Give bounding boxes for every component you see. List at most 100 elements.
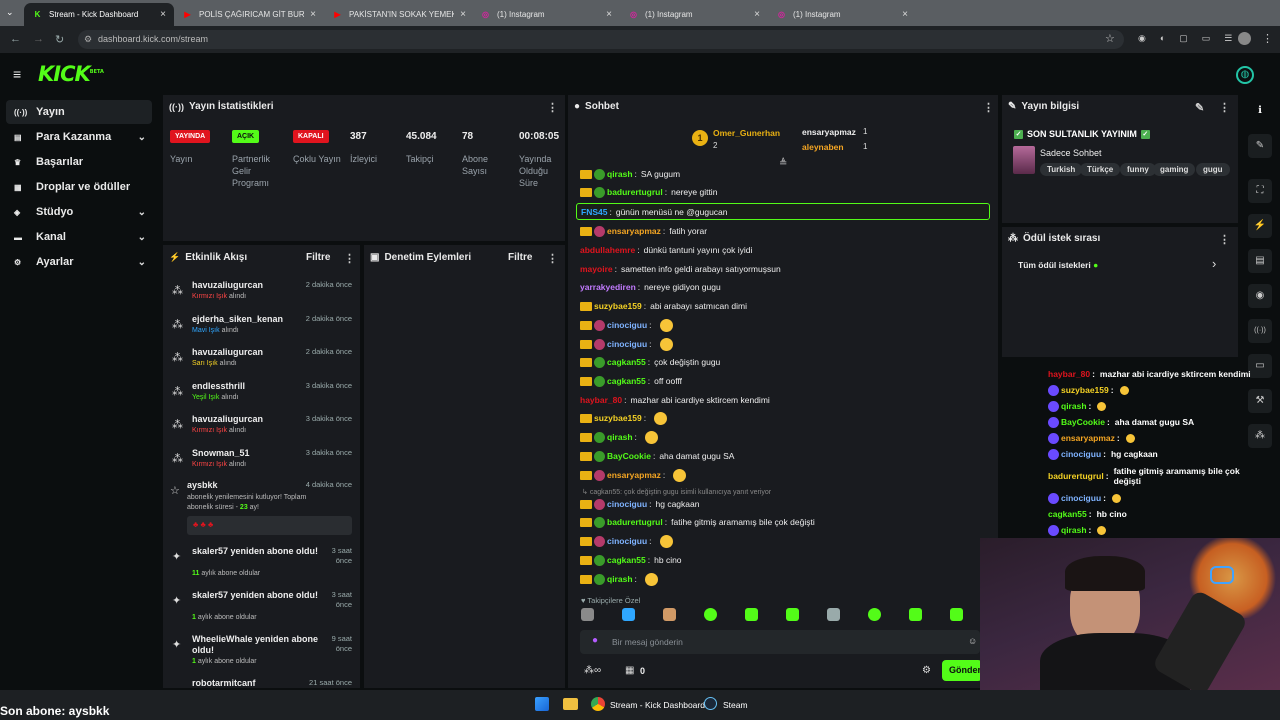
stream-tag[interactable]: Turkish [1040,163,1083,176]
browser-tab[interactable]: ▶ POLİS ÇAĞIRICAM GİT BURDAN × [174,3,324,26]
chat-username[interactable]: cinociguu [607,339,647,349]
chevron-down-icon[interactable]: ⌄ [138,132,146,143]
sidebar-item-studio[interactable]: ◈ Stüdyo ⌄ [6,200,152,224]
activity-filter-button[interactable]: Filtre [306,252,330,263]
browser-tab[interactable]: K Stream - Kick Dashboard × [24,3,174,26]
taskbar-steam[interactable]: Steam [723,700,748,710]
chat-username[interactable]: badurertugrul [607,517,663,527]
sidebar-item-gear[interactable]: ⚙ Ayarlar ⌄ [6,250,152,274]
back-icon[interactable]: ← [10,33,21,45]
browser-tab[interactable]: ◎ (1) Instagram × [768,3,916,26]
tab-close-icon[interactable]: × [160,9,166,20]
top-gifter-name[interactable]: aleynaben [802,142,844,152]
edit-info-icon[interactable]: ✎ [1195,101,1204,114]
tab-search-icon[interactable]: ⌄ [6,7,20,19]
sticker-infinite-icon[interactable]: ⁂∞ [584,665,601,676]
rail-edit-icon[interactable]: ✎ [1248,134,1272,158]
steam-icon[interactable] [704,697,717,710]
chevron-right-icon[interactable]: › [1212,256,1216,271]
browser-tab[interactable]: ◎ (1) Instagram × [620,3,768,26]
top-gifter-name[interactable]: Omer_Gunerhan [713,128,780,138]
reload-icon[interactable]: ↻ [55,33,64,46]
chat-username[interactable]: haybar_80 [580,395,622,405]
rail-lightning-icon[interactable]: ⚡ [1248,214,1272,238]
pinned-collapse-icon[interactable]: ≜ [779,158,787,169]
hamburger-menu-icon[interactable]: ≡ [13,66,21,82]
url-field[interactable]: dashboard.kick.com/stream [78,30,1124,49]
activity-menu-icon[interactable]: ⋮ [344,252,355,265]
tab-close-icon[interactable]: × [310,9,316,20]
activity-username[interactable]: endlessthrill [192,381,307,392]
top-gifter-name[interactable]: ensaryapmaz [802,127,856,137]
chat-username[interactable]: abdullahemre [580,245,635,255]
rail-broadcast-icon[interactable]: ((·)) [1248,319,1272,343]
stream-tag[interactable]: funny [1120,163,1156,176]
activity-username[interactable]: havuzaliugurcan [192,280,307,291]
kick-logo[interactable]: KICKBETA [38,62,104,86]
chat-username[interactable]: qirash [607,574,633,584]
sidebar-item-broadcast[interactable]: ((·)) Yayın [6,100,152,124]
chevron-down-icon[interactable]: ⌄ [138,232,146,243]
chat-settings-icon[interactable]: ⚙ [922,665,931,676]
activity-username[interactable]: Snowman_51 [192,448,307,459]
chat-username[interactable]: ensaryapmaz [607,470,661,480]
chevron-down-icon[interactable]: ⌄ [138,207,146,218]
all-reward-requests[interactable]: Tüm ödül istekleri ● [1018,260,1098,270]
windows-start-icon[interactable] [535,697,549,711]
chat-username[interactable]: cinociguu [607,499,647,509]
activity-username[interactable]: WheelieWhale yeniden abone oldu! [192,634,327,656]
chevron-down-icon[interactable]: ⌄ [138,257,146,268]
chat-username[interactable]: yarrakyediren [580,282,636,292]
chat-username[interactable]: ensaryapmaz [607,226,661,236]
activity-username[interactable]: aysbkk [187,480,302,491]
stream-tag[interactable]: Türkçe [1080,163,1121,176]
chat-username[interactable]: cinociguu [607,536,647,546]
site-info-icon[interactable]: ⚙ [84,34,92,45]
profile-avatar[interactable] [1238,32,1251,45]
user-avatar[interactable]: ◍ [1236,66,1254,84]
chat-username[interactable]: cinociguu [607,320,647,330]
category-name[interactable]: Sadece Sohbet [1040,148,1102,158]
extension-icons[interactable]: ◉◐▢▭☰ [1138,33,1246,44]
bookmark-star-icon[interactable]: ☆ [1105,32,1115,45]
emote-bar[interactable] [581,608,981,624]
stream-tag[interactable]: gugu [1196,163,1230,176]
chat-username[interactable]: mayoire [580,264,613,274]
forward-icon[interactable]: → [33,33,44,45]
chat-username[interactable]: cagkan55 [607,376,646,386]
browser-tab[interactable]: ◎ (1) Instagram × [472,3,620,26]
category-thumbnail[interactable] [1013,146,1035,174]
rail-camera-icon[interactable]: ▭ [1248,354,1272,378]
chat-username[interactable]: qirash [607,432,633,442]
moderation-menu-icon[interactable]: ⋮ [547,252,558,265]
tab-close-icon[interactable]: × [606,9,612,20]
sidebar-item-gift[interactable]: ▦ Droplar ve ödüller [6,175,152,199]
tab-close-icon[interactable]: × [902,9,908,20]
send-button[interactable]: Gönder [942,660,982,681]
emoji-icon[interactable]: ☺ [968,636,977,646]
stats-menu-icon[interactable]: ⋮ [547,101,558,114]
activity-username[interactable]: havuzaliugurcan [192,347,307,358]
chat-username[interactable]: suzybae159 [594,413,642,423]
taskbar-kick[interactable]: Stream - Kick Dashboard [610,700,705,710]
chat-username[interactable]: cagkan55 [607,555,646,565]
rail-gift-icon[interactable]: ⁂ [1248,424,1272,448]
rail-wrench-icon[interactable]: ⚒ [1248,389,1272,413]
activity-username[interactable]: havuzaliugurcan [192,414,307,425]
stream-tag[interactable]: gaming [1153,163,1196,176]
chat-username[interactable]: badurertugrul [607,187,663,197]
browser-tab[interactable]: ▶ PAKİSTAN'IN SOKAK YEMEKLERİ × [324,3,474,26]
chat-username[interactable]: FNS45 [581,207,607,217]
chat-username[interactable]: BayCookie [607,451,651,461]
rail-chat-icon[interactable]: ◉ [1248,284,1272,308]
tab-close-icon[interactable]: × [460,9,466,20]
activity-username[interactable]: robotarmitcanf [192,678,307,688]
chat-username[interactable]: suzybae159 [594,301,642,311]
chat-menu-icon[interactable]: ⋮ [983,101,994,114]
rail-note-icon[interactable]: ▤ [1248,249,1272,273]
tab-close-icon[interactable]: × [754,9,760,20]
info-menu-icon[interactable]: ⋮ [1219,101,1230,114]
file-explorer-icon[interactable] [563,698,578,710]
activity-username[interactable]: skaler57 yeniden abone oldu! [192,546,327,557]
moderation-filter-button[interactable]: Filtre [508,252,532,263]
